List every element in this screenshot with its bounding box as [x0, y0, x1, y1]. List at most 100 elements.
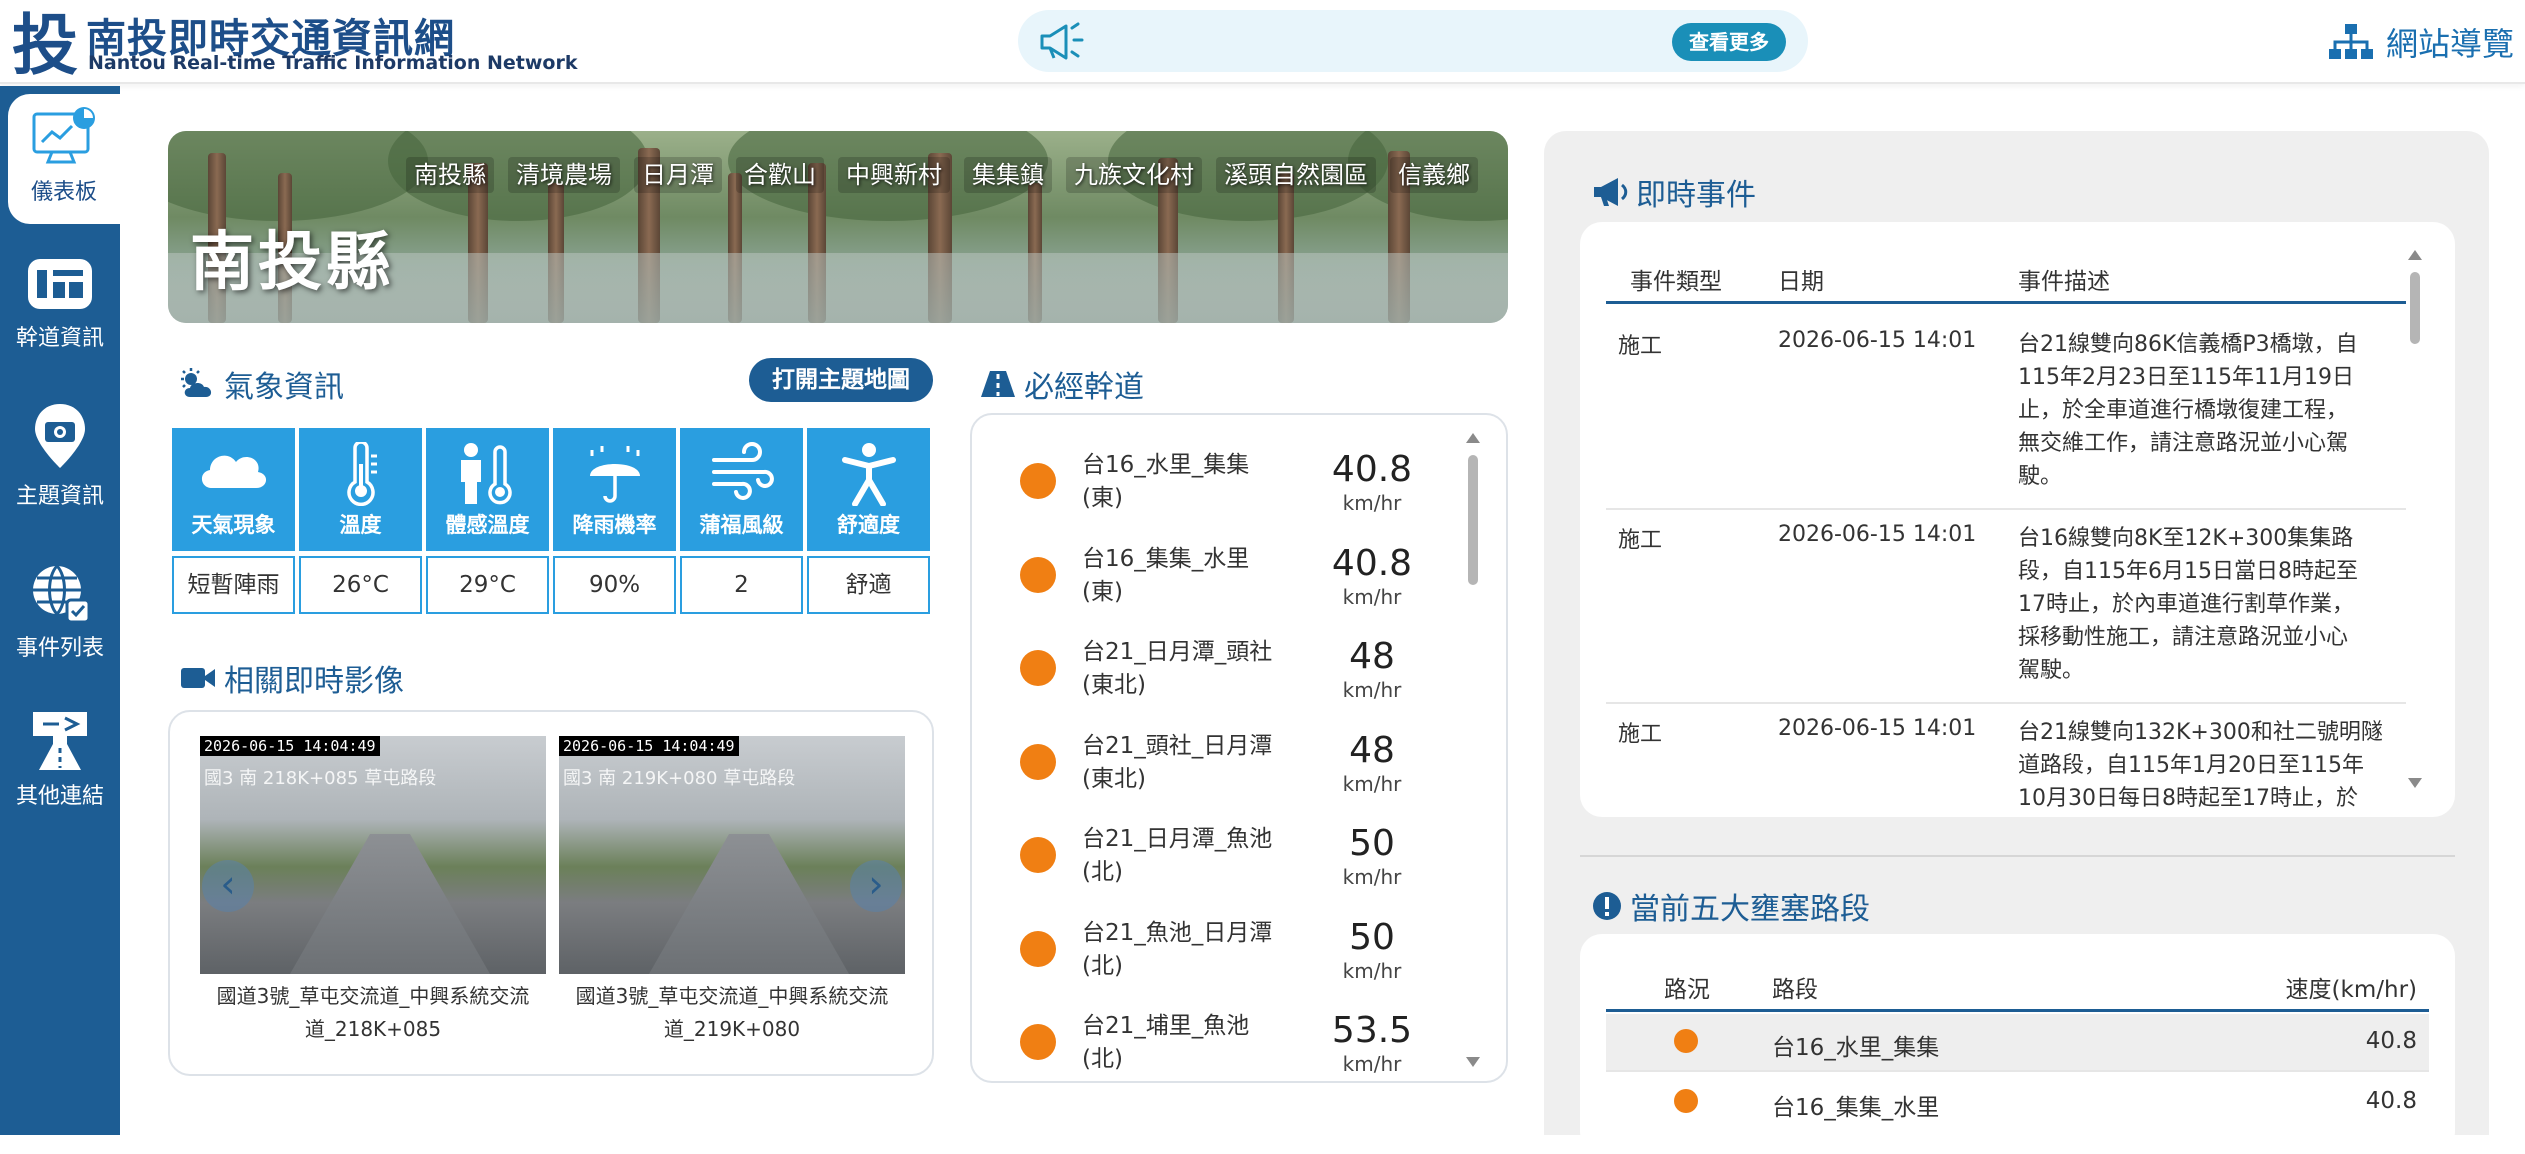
announcement-bar[interactable]: 查看更多 [1018, 10, 1808, 72]
scroll-down-arrow[interactable] [2408, 778, 2422, 788]
sidebar-item-other-links[interactable]: 其他連結 [0, 710, 120, 810]
status-dot [1674, 1089, 1698, 1113]
congestion-row[interactable]: 台16_水里_集集 40.8 [1606, 1014, 2429, 1072]
megaphone-icon [1594, 178, 1628, 206]
scroll-up-arrow[interactable] [1466, 433, 1480, 443]
road-row[interactable]: 台21_埔里_魚池 (北) 53.5 km/hr [972, 996, 1472, 1081]
event-row[interactable]: 施工 2026-06-15 14:01 台21線雙向86K信義橋P3橋墩，自 11… [1606, 316, 2406, 510]
status-dot [1674, 1029, 1698, 1053]
scrollbar-thumb[interactable] [1468, 455, 1478, 585]
region-tab[interactable]: 清境農場 [508, 157, 620, 193]
scroll-down-arrow[interactable] [1466, 1057, 1480, 1067]
umbrella-rain-icon [589, 446, 640, 503]
dashboard-icon [32, 107, 95, 164]
camera-overlay-text: 國3 南 219K+080 草屯路段 [563, 768, 796, 789]
weather-card-temperature: 溫度 [299, 428, 422, 551]
region-tabs: 南投縣 清境農場 日月潭 合歡山 中興新村 集集鎮 九族文化村 溪頭自然園區 信… [392, 157, 1478, 193]
sidebar-item-label: 幹道資訊 [15, 326, 104, 351]
event-row[interactable]: 施工 2026-06-15 14:01 台21線雙向132K+300和社二號明隧… [1606, 704, 2406, 817]
scrollbar-thumb[interactable] [2410, 272, 2420, 344]
status-dot [1020, 650, 1056, 686]
road-row[interactable]: 台21_魚池_日月潭 (北) 50 km/hr [972, 903, 1472, 997]
person-icon [841, 443, 896, 506]
event-row[interactable]: 施工 2026-06-15 14:01 台16線雙向8K至12K+300集集路段… [1606, 510, 2406, 704]
sidebar-item-label: 主題資訊 [15, 484, 104, 509]
location-camera-icon [35, 404, 85, 468]
sitemap-icon [2329, 24, 2373, 59]
congestion-row[interactable]: 台16_集集_水里 40.8 [1606, 1074, 2429, 1132]
status-dot [1020, 744, 1056, 780]
sidebar-item-theme-info[interactable]: 主題資訊 [0, 402, 120, 510]
carousel-prev-button[interactable]: ‹ [202, 860, 254, 912]
sidebar-item-label: 其他連結 [15, 784, 104, 809]
site-subtitle: Nantou Real-time Traffic Information Net… [88, 52, 578, 74]
weather-title: 氣象資訊 [224, 370, 344, 405]
status-dot [1020, 837, 1056, 873]
road-row[interactable]: 台21_頭社_日月潭 (東北) 48 km/hr [972, 716, 1472, 810]
sitemap-link[interactable]: 網站導覽 [2328, 22, 2514, 63]
congestion-section-title: 當前五大壅塞路段 [1592, 884, 1870, 928]
events-table[interactable]: 事件類型 日期 事件描述 施工 2026-06-15 14:01 台21線雙向8… [1580, 222, 2455, 817]
cameras-section-title: 相關即時影像 [180, 656, 404, 700]
top-header: 投 南投即時交通資訊網 Nantou Real-time Traffic Inf… [0, 0, 2525, 84]
view-more-button[interactable]: 查看更多 [1672, 23, 1786, 61]
person-temp-icon [460, 443, 512, 505]
region-banner: 南投縣 南投縣 清境農場 日月潭 合歡山 中興新村 集集鎮 九族文化村 溪頭自然… [168, 131, 1508, 323]
region-tab[interactable]: 南投縣 [406, 157, 494, 193]
camera-feed[interactable]: 2026-06-15 14:04:49 國3 南 218K+085 草屯路段 [200, 736, 546, 974]
weather-card-phenomenon: 天氣現象 [172, 428, 295, 551]
megaphone-icon [1040, 22, 1084, 60]
region-tab[interactable]: 溪頭自然園區 [1216, 157, 1376, 193]
weather-label: 體感溫度 [445, 513, 530, 537]
video-camera-icon [181, 668, 215, 688]
section-divider [1580, 855, 2455, 857]
sidebar-item-road-info[interactable]: 幹道資訊 [0, 256, 120, 352]
status-dot [1020, 463, 1056, 499]
exclamation-circle-icon [1593, 892, 1621, 920]
weather-label: 降雨機率 [572, 513, 657, 537]
sidebar-item-dashboard[interactable]: 儀表板 [8, 94, 120, 224]
weather-label: 舒適度 [837, 513, 900, 537]
camera-feed[interactable]: 2026-06-15 14:04:49 國3 南 219K+080 草屯路段 [559, 736, 905, 974]
weather-value: 90% [553, 556, 676, 614]
status-dot [1020, 931, 1056, 967]
globe-event-icon [33, 564, 91, 624]
banner-title: 南投縣 [190, 226, 394, 300]
weather-value: 舒適 [807, 556, 930, 614]
cameras-title: 相關即時影像 [224, 664, 404, 699]
region-tab[interactable]: 九族文化村 [1066, 157, 1202, 193]
region-tab[interactable]: 日月潭 [634, 157, 722, 193]
congestion-table: 路況 路段 速度(km/hr) 台16_水里_集集 40.8 台16_集集_水里… [1580, 934, 2455, 1154]
camera-caption[interactable]: 國道3號_草屯交流道_中興系統交流 道_218K+085 [200, 980, 546, 1046]
status-dot [1020, 1024, 1056, 1060]
thermometer-icon [346, 442, 377, 506]
wind-icon [711, 442, 774, 500]
road-row[interactable]: 台16_水里_集集 (東) 40.8 km/hr [972, 435, 1472, 529]
events-table-header: 事件類型 日期 事件描述 [1606, 260, 2406, 304]
road-row[interactable]: 台21_日月潭_頭社 (東北) 48 km/hr [972, 622, 1472, 716]
weather-label: 蒲福風級 [699, 513, 784, 537]
weather-card-wind: 蒲福風級 [680, 428, 803, 551]
sidebar-item-label: 事件列表 [15, 636, 104, 661]
congestion-table-header: 路況 路段 速度(km/hr) [1606, 968, 2429, 1012]
region-tab[interactable]: 中興新村 [838, 157, 950, 193]
weather-value: 2 [680, 556, 803, 614]
road-row[interactable]: 台16_集集_水里 (東) 40.8 km/hr [972, 529, 1472, 623]
sidebar-item-label: 儀表板 [30, 180, 97, 205]
weather-value: 短暫陣雨 [172, 556, 295, 614]
roads-title: 必經幹道 [1024, 370, 1144, 405]
arterial-roads-list[interactable]: 台16_水里_集集 (東) 40.8 km/hr 台16_集集_水里 (東) 40.8… [970, 413, 1508, 1083]
logo-icon[interactable]: 投 [10, 8, 80, 78]
road-row[interactable]: 台21_日月潭_魚池 (北) 50 km/hr [972, 809, 1472, 903]
carousel-next-button[interactable]: › [850, 860, 902, 912]
weather-card-rain-chance: 降雨機率 [553, 428, 676, 551]
weather-value: 26°C [299, 556, 422, 614]
region-tab[interactable]: 集集鎮 [964, 157, 1052, 193]
scroll-up-arrow[interactable] [2408, 250, 2422, 260]
open-theme-map-button[interactable]: 打開主題地圖 [749, 358, 933, 402]
sidebar-item-event-list[interactable]: 事件列表 [0, 562, 120, 662]
weather-card-feels-like: 體感溫度 [426, 428, 549, 551]
region-tab[interactable]: 信義鄉 [1390, 157, 1478, 193]
region-tab[interactable]: 合歡山 [736, 157, 824, 193]
camera-caption[interactable]: 國道3號_草屯交流道_中興系統交流 道_219K+080 [559, 980, 905, 1046]
